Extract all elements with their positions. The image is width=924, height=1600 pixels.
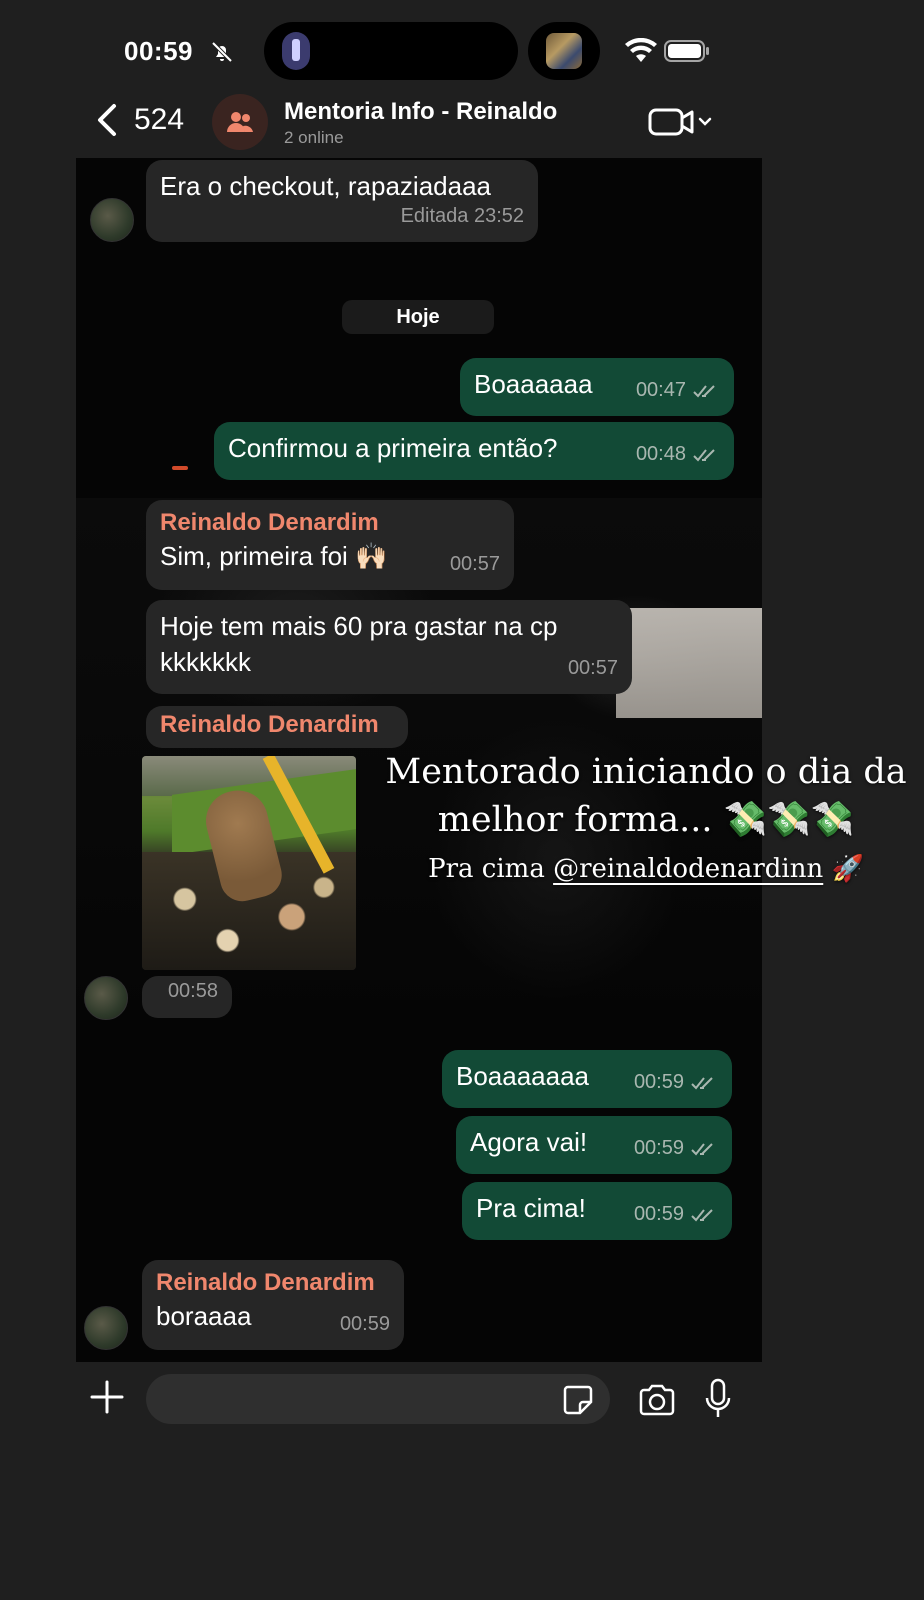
message-bubble-outgoing[interactable]: Pra cima! 00:59 [462,1182,732,1240]
battery-icon [664,40,709,62]
background-screen [616,608,762,718]
caption-emoji: 🚀 [823,854,864,884]
now-playing-artwork [546,33,582,69]
bell-off-icon [211,41,233,63]
message-bubble-incoming[interactable]: Reinaldo Denardim Sim, primeira foi 🙌🏻 0… [146,500,514,590]
message-meta: 00:59 [634,1064,718,1100]
video-call-icon[interactable] [648,106,714,138]
chat-subtitle: 2 online [284,128,344,147]
unread-count[interactable]: 524 [134,103,184,137]
sender-name[interactable]: Reinaldo Denardim [160,508,500,538]
status-time: 00:59 [124,36,193,66]
message-bubble-incoming[interactable]: Reinaldo Denardim boraaaa 00:59 [142,1260,404,1350]
read-receipt-icon [691,1209,713,1222]
story-caption: Mentorado iniciando o dia da melhor form… [380,748,912,888]
message-bubble-outgoing[interactable]: Confirmou a primeira então? 00:48 [214,422,734,480]
message-meta: 00:59 [634,1196,718,1232]
wifi-icon [625,38,657,62]
sticker-meta-pill: 00:58 [142,976,232,1018]
flashlight-icon [282,32,310,70]
avatar[interactable] [84,976,128,1020]
read-receipt-icon [693,385,715,398]
message-meta: 00:47 [636,372,720,408]
chevron-down-icon [698,117,712,126]
message-meta: 00:59 [339,1313,390,1335]
message-bubble-outgoing[interactable]: Agora vai! 00:59 [456,1116,732,1174]
message-meta: 00:57 [567,657,618,679]
plus-icon[interactable] [90,1380,124,1414]
read-receipt-icon [691,1077,713,1090]
sender-name[interactable]: Reinaldo Denardim [160,710,394,740]
camera-icon[interactable] [638,1384,676,1416]
caption-line: Pra cima @reinaldodenardinn 🚀 [380,850,912,888]
message-meta: 00:58 [167,980,218,1002]
message-bubble-incoming[interactable]: Era o checkout, rapaziadaaa Editada 23:5… [146,160,538,242]
group-avatar[interactable] [212,94,268,150]
read-receipt-icon [693,449,715,462]
message-bubble-incoming[interactable]: Hoje tem mais 60 pra gastar na cp kkkkkk… [146,600,632,694]
back-chevron-icon[interactable] [92,100,122,140]
avatar[interactable] [84,1306,128,1350]
sticker-image[interactable] [142,756,356,970]
message-input[interactable] [146,1374,610,1424]
caption-text: Pra cima [428,854,554,884]
message-bubble-incoming[interactable]: Reinaldo Denardim [146,706,408,748]
message-text-line: Hoje tem mais 60 pra gastar na cp [160,611,558,641]
sender-name[interactable]: Reinaldo Denardim [156,1268,390,1298]
caption-line: melhor forma... 💸💸💸 [437,800,855,840]
message-meta: 00:57 [449,553,500,575]
chat-title[interactable]: Mentoria Info - Reinaldo [284,98,557,126]
message-meta: 00:48 [636,436,720,472]
read-receipt-icon [691,1143,713,1156]
message-meta: Editada 23:52 [400,205,524,227]
caption-line: Mentorado iniciando o dia da [385,752,907,792]
microphone-icon[interactable] [704,1378,732,1420]
avatar[interactable] [90,198,134,242]
mention-link[interactable]: @reinaldodenardinn [553,854,823,884]
message-meta: 00:59 [634,1130,718,1166]
background-light [172,466,188,470]
sticker-icon[interactable] [562,1384,594,1416]
message-bubble-outgoing[interactable]: Boaaaaaaa 00:59 [442,1050,732,1108]
message-text-line: kkkkkkk [160,647,251,677]
group-icon [227,112,253,132]
message-bubble-outgoing[interactable]: Boaaaaaa 00:47 [460,358,734,416]
date-separator: Hoje [342,300,494,334]
